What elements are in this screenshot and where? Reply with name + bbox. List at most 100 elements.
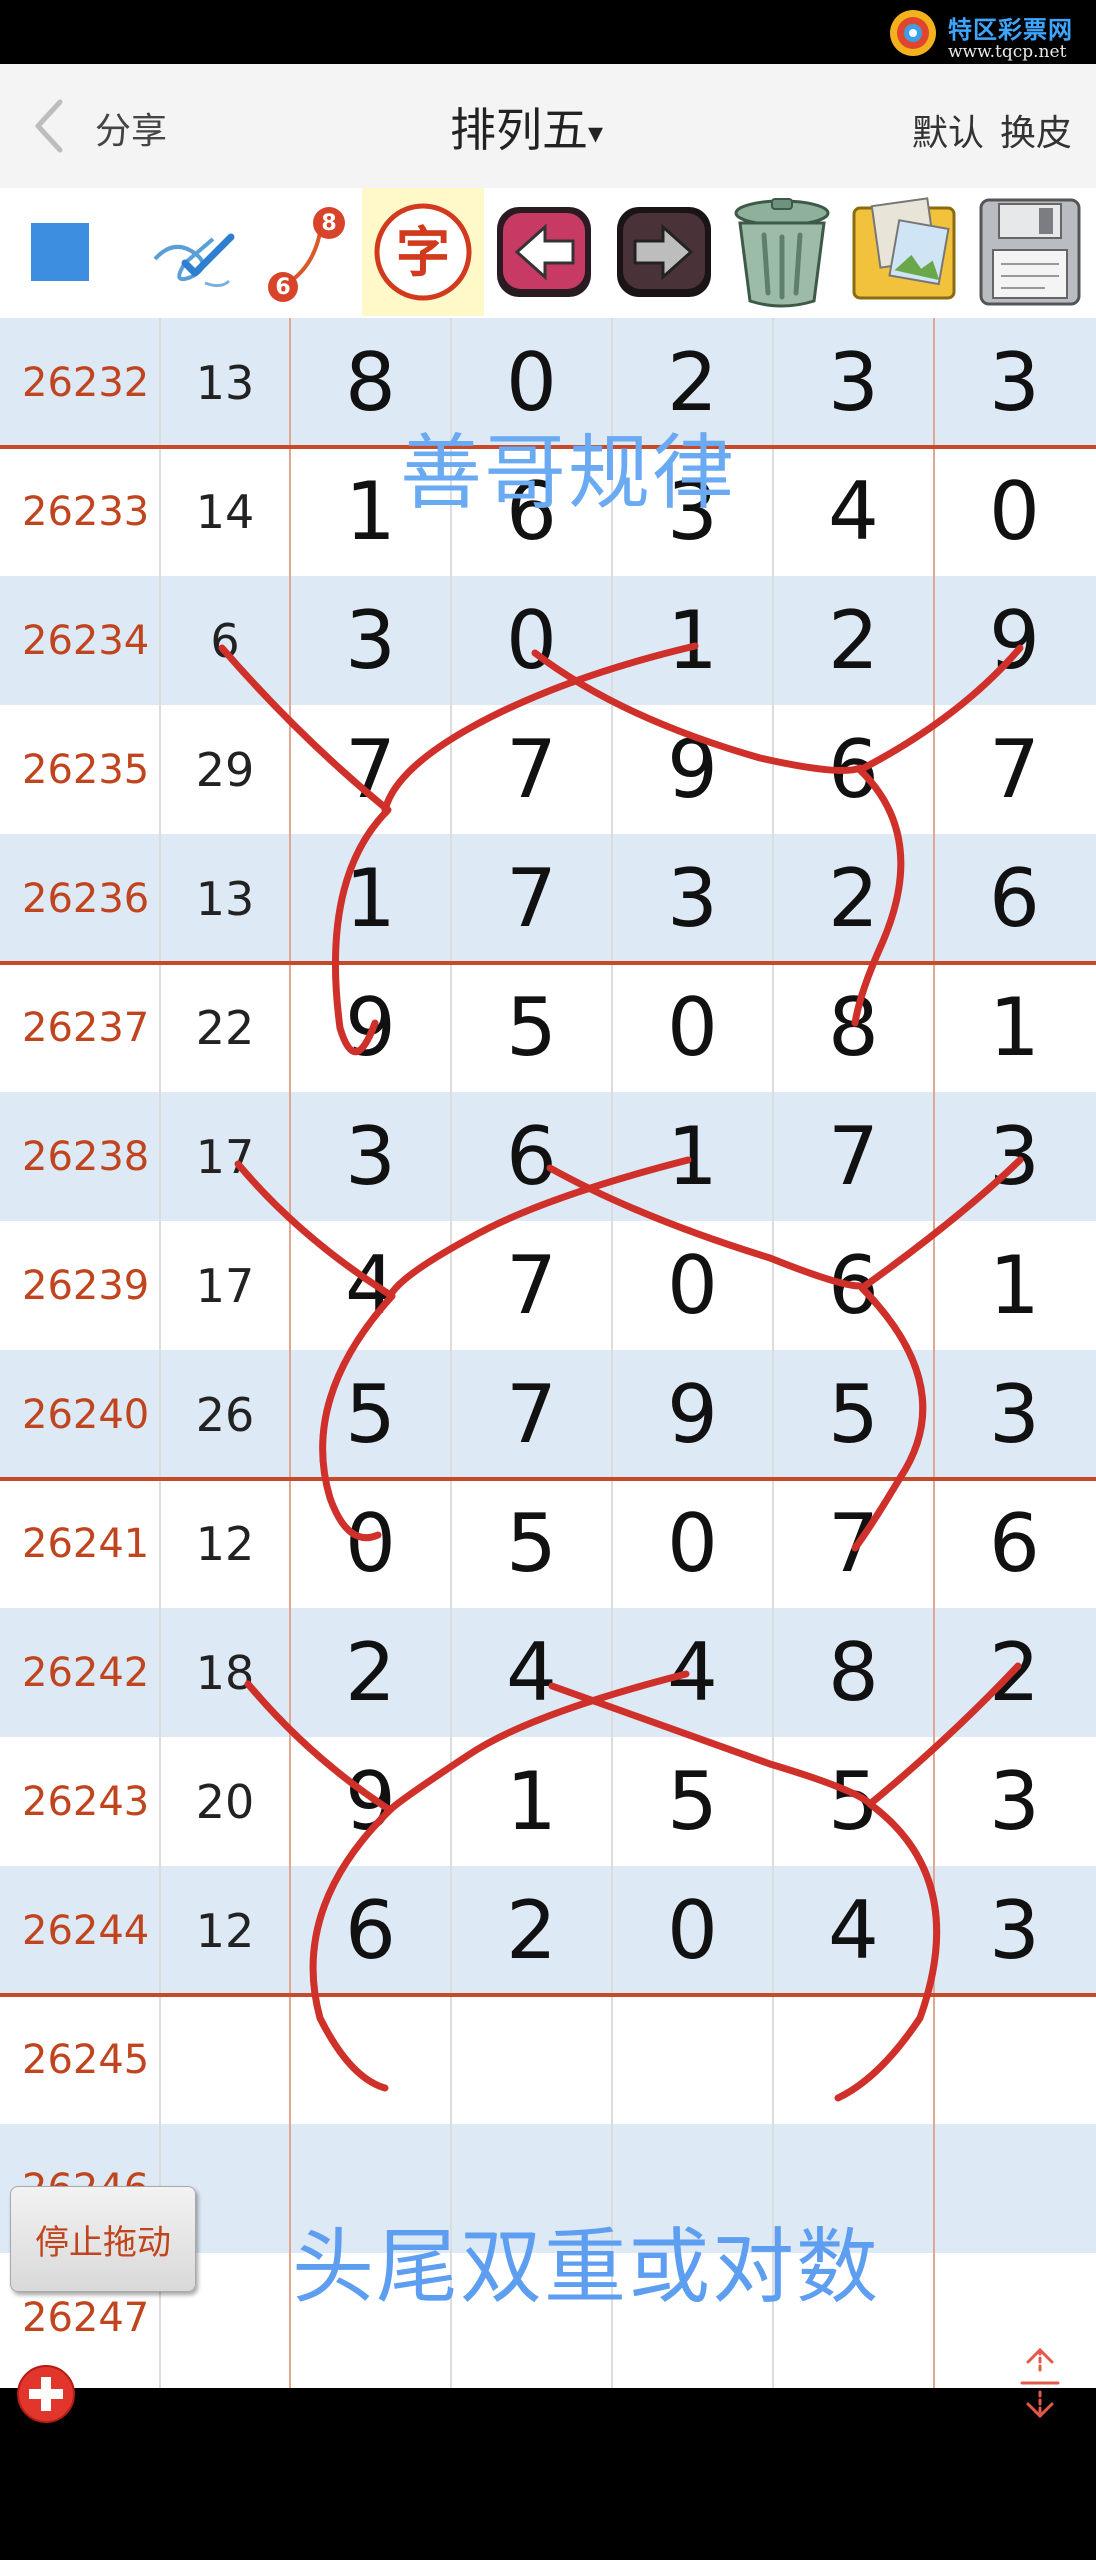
digit-cell[interactable] (934, 2253, 1095, 2382)
table-row: 26244 12 6 2 0 4 3 (0, 1866, 1096, 1995)
digit-cell[interactable]: 7 (290, 705, 451, 834)
digit-cell[interactable]: 1 (612, 1092, 773, 1221)
sum-value: 13 (195, 871, 255, 926)
digit-cell[interactable]: 9 (934, 576, 1095, 705)
redo-button[interactable] (610, 188, 718, 316)
digit-cell[interactable]: 0 (612, 1866, 773, 1995)
album-button[interactable] (846, 188, 966, 316)
digit-cell[interactable]: 3 (934, 1092, 1095, 1221)
digit-cell[interactable]: 7 (451, 1221, 612, 1350)
digit-cell[interactable]: 6 (934, 834, 1095, 963)
digit-cell[interactable]: 5 (290, 1350, 451, 1479)
digit-cell[interactable]: 5 (773, 1350, 934, 1479)
change-skin-button[interactable]: 换皮 (1000, 104, 1072, 156)
digit-cell[interactable]: 7 (934, 705, 1095, 834)
default-skin-button[interactable]: 默认 (912, 104, 984, 156)
digit-cell[interactable]: 4 (290, 1221, 451, 1350)
digit-cell[interactable]: 3 (612, 834, 773, 963)
table-row: 26241 12 0 5 0 7 6 (0, 1479, 1096, 1608)
digit-cell[interactable]: 2 (290, 1608, 451, 1737)
digit-cell[interactable]: 9 (290, 1737, 451, 1866)
digit-cell[interactable]: 1 (612, 576, 773, 705)
digit-cell[interactable]: 1 (451, 1737, 612, 1866)
digit-cell[interactable]: 3 (934, 1350, 1095, 1479)
digit-cell[interactable]: 1 (290, 834, 451, 963)
digit-cell[interactable]: 3 (934, 1737, 1095, 1866)
share-button[interactable]: 分享 (95, 102, 167, 154)
digit-cell[interactable]: 7 (451, 1350, 612, 1479)
nav-bar: 分享 排列五▾ 默认 换皮 (0, 64, 1096, 188)
digit-cell[interactable]: 0 (934, 447, 1095, 576)
issue-number: 26239 (22, 1262, 150, 1309)
resize-arrows-icon[interactable] (1016, 2346, 1064, 2420)
color-picker-button[interactable] (10, 188, 110, 316)
pen-tool-button[interactable] (130, 188, 250, 316)
caret-down-icon: ▾ (588, 116, 604, 151)
plus-circle-icon[interactable] (14, 2362, 78, 2426)
digit-cell[interactable]: 6 (451, 1092, 612, 1221)
undo-button[interactable] (490, 188, 598, 316)
digit-cell[interactable]: 7 (773, 1092, 934, 1221)
digit-cell[interactable]: 1 (934, 963, 1095, 1092)
digit-cell[interactable]: 2 (934, 1608, 1095, 1737)
digit-cell[interactable]: 4 (451, 1608, 612, 1737)
digit-cell[interactable]: 5 (451, 1479, 612, 1608)
digit-cell[interactable]: 7 (773, 1479, 934, 1608)
digit-cell[interactable]: 5 (451, 963, 612, 1092)
digit-cell[interactable] (612, 1995, 773, 2124)
lottery-type-dropdown[interactable]: 排列五▾ (450, 94, 603, 160)
digit-cell[interactable]: 6 (773, 1221, 934, 1350)
digit-cell[interactable]: 6 (290, 1866, 451, 1995)
digit-cell[interactable]: 4 (773, 447, 934, 576)
digit-cell[interactable]: 3 (290, 1092, 451, 1221)
line-tool-number: 8 (321, 211, 336, 236)
digit-cell[interactable]: 9 (290, 963, 451, 1092)
digit-cell[interactable]: 7 (451, 705, 612, 834)
digit-cell[interactable]: 4 (773, 1866, 934, 1995)
issue-number: 26242 (22, 1649, 150, 1696)
digit-cell[interactable]: 0 (290, 1479, 451, 1608)
pen-check-icon (153, 233, 235, 288)
stop-drag-button[interactable]: 停止拖动 (10, 2186, 196, 2292)
digit-cell[interactable]: 1 (934, 1221, 1095, 1350)
chevron-left-icon[interactable] (30, 96, 70, 156)
digit-cell[interactable]: 0 (612, 963, 773, 1092)
digit-cell[interactable]: 0 (612, 1479, 773, 1608)
sum-value: 17 (195, 1258, 255, 1313)
digit-cell[interactable]: 9 (612, 1350, 773, 1479)
digit-cell[interactable]: 3 (290, 576, 451, 705)
line-tool-button[interactable]: 8 6 (250, 188, 360, 316)
digit-cell[interactable]: 9 (612, 705, 773, 834)
digit-cell[interactable]: 0 (612, 1221, 773, 1350)
digit-cell[interactable] (451, 1995, 612, 2124)
digit-cell[interactable] (773, 1995, 934, 2124)
digit-cell[interactable]: 3 (934, 1866, 1095, 1995)
digit-cell[interactable]: 2 (773, 834, 934, 963)
digit-cell[interactable]: 4 (612, 1608, 773, 1737)
digit-cell[interactable] (934, 2124, 1095, 2253)
table-row: 26234 6 3 0 1 2 9 (0, 576, 1096, 705)
bottom-navigation-area (0, 2432, 1096, 2560)
issue-number: 26238 (22, 1133, 150, 1180)
digit-cell[interactable] (934, 1995, 1095, 2124)
sum-value: 6 (210, 613, 240, 668)
digit-cell[interactable]: 2 (451, 1866, 612, 1995)
digit-cell[interactable]: 2 (773, 576, 934, 705)
clear-button[interactable] (722, 188, 842, 316)
page-title: 排列五 (450, 103, 588, 157)
digit-cell[interactable]: 7 (451, 834, 612, 963)
digit-cell[interactable]: 6 (773, 705, 934, 834)
digit-cell[interactable]: 0 (451, 576, 612, 705)
digit-cell[interactable]: 3 (934, 318, 1095, 447)
digit-cell[interactable]: 5 (612, 1737, 773, 1866)
lottery-grid[interactable]: 26232 13 8 0 2 3 3 26233 14 1 6 3 4 0 26234 6 3 0 1 2 9 26235… (0, 318, 1096, 2388)
digit-cell[interactable] (290, 1995, 451, 2124)
text-tool-button[interactable]: 字 (362, 188, 484, 316)
digit-cell[interactable]: 5 (773, 1737, 934, 1866)
save-button[interactable] (970, 188, 1090, 316)
sum-value: 18 (195, 1645, 255, 1700)
digit-cell[interactable]: 3 (773, 318, 934, 447)
digit-cell[interactable]: 6 (934, 1479, 1095, 1608)
digit-cell[interactable]: 8 (773, 963, 934, 1092)
digit-cell[interactable]: 8 (773, 1608, 934, 1737)
